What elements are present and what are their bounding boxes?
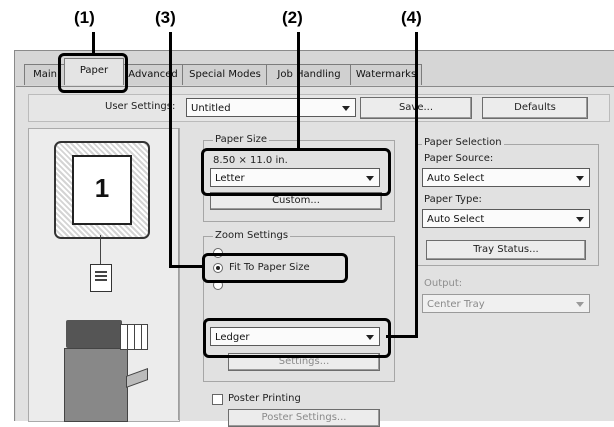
paper-source-value: Auto Select bbox=[427, 173, 485, 184]
user-settings-label: User Settings: bbox=[105, 101, 176, 112]
user-settings-select[interactable]: Untitled bbox=[186, 98, 356, 117]
poster-printing-checkbox[interactable] bbox=[212, 394, 223, 405]
paper-type-select[interactable]: Auto Select bbox=[422, 209, 590, 228]
chevron-down-icon bbox=[576, 176, 584, 181]
tab-special-modes[interactable]: Special Modes bbox=[182, 64, 268, 85]
printer-body bbox=[64, 348, 128, 422]
page-preview-frame: 1 bbox=[54, 141, 150, 239]
highlight-fit-to-paper bbox=[202, 253, 348, 283]
separator bbox=[178, 128, 179, 420]
output-label: Output: bbox=[424, 278, 463, 289]
document-lines bbox=[95, 271, 107, 283]
printer-tray bbox=[126, 367, 148, 389]
leader-1 bbox=[92, 32, 95, 54]
tab-job-handling[interactable]: Job Handling bbox=[266, 64, 352, 85]
defaults-button[interactable]: Defaults bbox=[482, 97, 588, 119]
poster-settings-button[interactable]: Poster Settings... bbox=[228, 409, 380, 427]
tab-paper[interactable]: Paper bbox=[64, 58, 124, 85]
leader-2 bbox=[297, 32, 300, 149]
zoom-settings-label: Zoom Settings bbox=[213, 230, 291, 241]
document-icon bbox=[90, 264, 112, 292]
paper-source-label: Paper Source: bbox=[424, 153, 494, 164]
callout-3: (3) bbox=[155, 8, 176, 27]
output-value: Center Tray bbox=[427, 299, 485, 310]
page-preview-sheet: 1 bbox=[72, 155, 132, 225]
output-select[interactable]: Center Tray bbox=[422, 294, 590, 313]
tab-advanced[interactable]: Advanced bbox=[122, 64, 184, 85]
leader-4-v bbox=[415, 32, 418, 338]
user-settings-value: Untitled bbox=[191, 103, 231, 114]
callout-1: (1) bbox=[74, 8, 95, 27]
page-number: 1 bbox=[94, 173, 110, 203]
connector-line bbox=[100, 235, 101, 264]
tray-status-button[interactable]: Tray Status... bbox=[426, 240, 586, 260]
callout-2: (2) bbox=[282, 8, 303, 27]
poster-printing-label[interactable]: Poster Printing bbox=[228, 393, 301, 404]
printer-icon bbox=[60, 320, 148, 422]
tab-watermarks[interactable]: Watermarks bbox=[350, 64, 422, 85]
paper-type-value: Auto Select bbox=[427, 214, 485, 225]
paper-type-label: Paper Type: bbox=[424, 194, 482, 205]
paper-source-select[interactable]: Auto Select bbox=[422, 168, 590, 187]
printer-output-pages bbox=[120, 324, 148, 350]
highlight-fit-paper-size bbox=[203, 318, 391, 358]
chevron-down-icon bbox=[342, 106, 350, 111]
paper-size-label: Paper Size bbox=[213, 134, 270, 145]
highlight-paper-size bbox=[201, 148, 391, 196]
leader-3-h bbox=[169, 265, 205, 268]
printer-top bbox=[66, 320, 122, 348]
callout-4: (4) bbox=[401, 8, 422, 27]
leader-3-v bbox=[169, 32, 172, 268]
chevron-down-icon bbox=[576, 302, 584, 307]
paper-selection-label: Paper Selection bbox=[422, 137, 504, 148]
leader-4-h bbox=[386, 335, 418, 338]
chevron-down-icon bbox=[576, 217, 584, 222]
